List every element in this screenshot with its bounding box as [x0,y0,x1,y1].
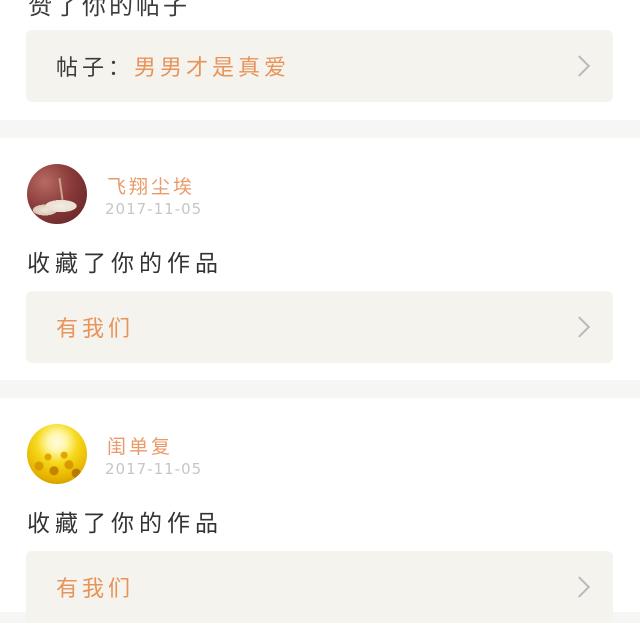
notification-card: 飞翔尘埃 2017-11-05 收藏了你的作品 有我们 [0,138,640,380]
notification-action-text: 赞了你的帖子 [28,0,190,20]
referenced-post-text: 帖子：男男才是真爱 [56,50,290,82]
referenced-work-link[interactable]: 有我们 [26,291,613,363]
reference-title: 男男才是真爱 [134,56,291,81]
reference-title: 有我们 [56,577,135,602]
user-name[interactable]: 飞翔尘埃 [107,172,195,199]
referenced-work-text: 有我们 [56,571,134,603]
avatar[interactable] [27,424,87,484]
avatar-image-detail [27,424,87,484]
notification-card: 闺单复 2017-11-05 收藏了你的作品 有我们 [0,398,640,623]
reference-title: 有我们 [56,317,135,342]
user-name[interactable]: 闺单复 [107,432,173,459]
chevron-right-icon [568,55,591,77]
referenced-work-text: 有我们 [56,311,134,343]
referenced-post-link[interactable]: 帖子：男男才是真爱 [26,30,613,102]
referenced-work-link[interactable]: 有我们 [26,551,613,623]
avatar[interactable] [27,164,87,224]
notification-card: 赞了你的帖子 帖子：男男才是真爱 [0,0,640,120]
chevron-right-icon [568,576,591,598]
avatar-image-detail [58,177,64,201]
chevron-right-icon [568,316,591,338]
reference-prefix: 帖子： [56,56,135,81]
notification-action-text: 收藏了你的作品 [27,511,223,537]
notification-date: 2017-11-05 [105,460,203,478]
notification-action-text: 收藏了你的作品 [27,251,223,277]
notification-date: 2017-11-05 [105,200,203,218]
